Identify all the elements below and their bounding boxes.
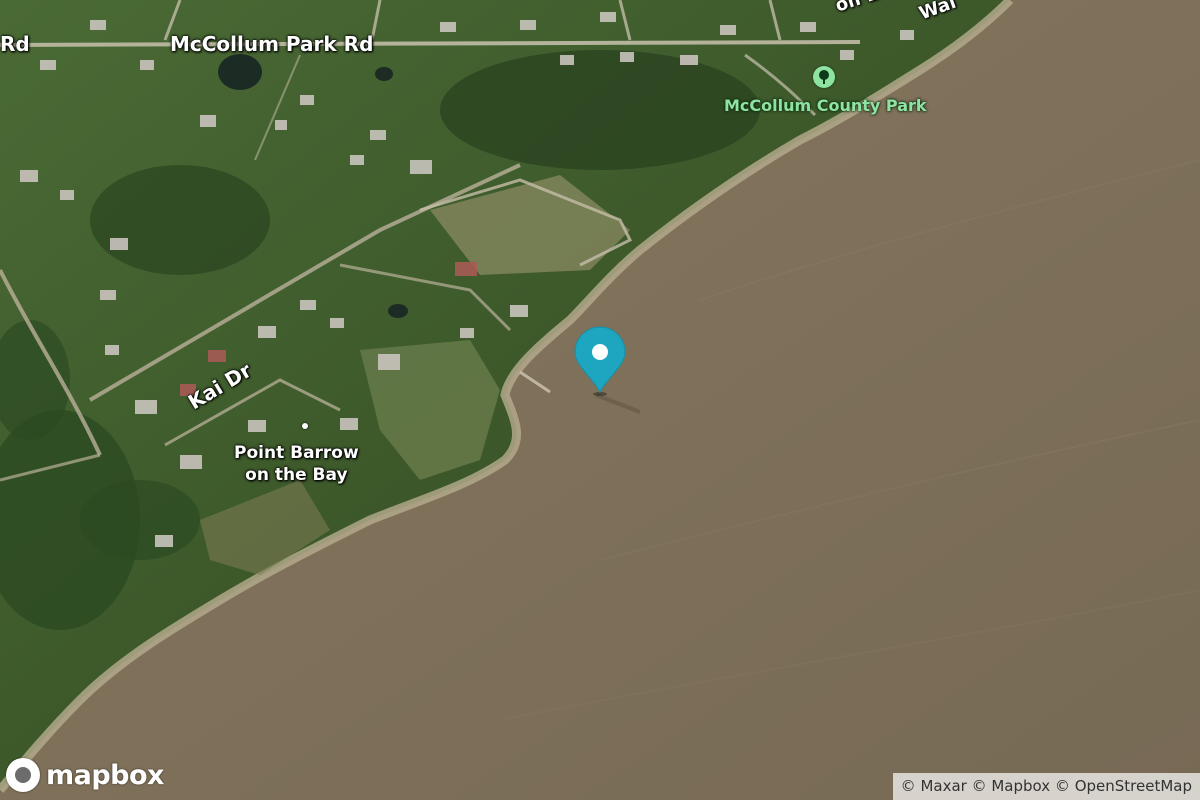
map-canvas[interactable]: Rd McCollum Park Rd Kai Dr on Ln Wal Poi… [0,0,1200,800]
attribution-osm-link[interactable]: © OpenStreetMap [1055,777,1192,795]
mapbox-logo-icon [6,758,40,792]
map-attribution: © Maxar © Mapbox © OpenStreetMap [892,773,1200,800]
mapbox-logo[interactable]: mapbox [6,758,164,792]
attribution-maxar-link[interactable]: © Maxar [901,777,967,795]
attribution-mapbox-link[interactable]: © Mapbox [972,777,1051,795]
map-pin-icon[interactable] [573,326,627,400]
mapbox-logo-text: mapbox [46,759,164,791]
satellite-imagery [0,0,1200,800]
park-tree-icon[interactable] [813,66,835,88]
place-dot-icon [302,423,308,429]
